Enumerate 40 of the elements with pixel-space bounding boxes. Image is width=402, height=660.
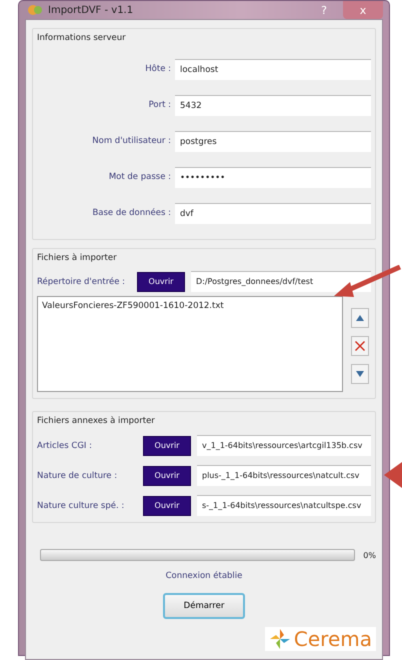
field-label: Nature culture spé. : bbox=[37, 500, 126, 510]
group-title: Fichiers annexes à importer bbox=[37, 416, 156, 426]
app-icon bbox=[27, 3, 43, 17]
path-field[interactable]: v_1_1-64bits\ressources\artcgil135b.csv bbox=[197, 435, 371, 456]
field-label: Hôte : bbox=[144, 64, 172, 74]
field-label: Mot de passe : bbox=[108, 172, 172, 182]
field-label: Nom d'utilisateur : bbox=[91, 136, 172, 146]
logo-icon bbox=[268, 628, 291, 650]
move-down-button[interactable] bbox=[351, 364, 369, 384]
group-title: Informations serveur bbox=[37, 33, 127, 43]
field-label: Port : bbox=[148, 100, 172, 110]
field-label: Répertoire d'entrée : bbox=[37, 276, 126, 286]
window-title: ImportDVF - v1.1 bbox=[48, 4, 134, 16]
progress-reading: 0% bbox=[363, 550, 376, 560]
delete-button[interactable] bbox=[351, 336, 369, 356]
open-button[interactable]: Ouvrir bbox=[137, 272, 185, 292]
input-field[interactable]: dvf bbox=[175, 202, 371, 224]
path-field[interactable]: plus-_1_1-64bits\ressources\natcult.csv bbox=[197, 465, 371, 486]
cross-icon bbox=[354, 340, 366, 352]
path-field[interactable]: D:/Postgres_donnees/dvf/test bbox=[191, 271, 371, 292]
open-button[interactable]: Ouvrir bbox=[143, 466, 191, 486]
list-item[interactable]: ValeursFoncieres-ZF590001-1610-2012.txt bbox=[42, 301, 338, 311]
input-field[interactable]: postgres bbox=[175, 130, 371, 152]
down-arrow-icon bbox=[356, 371, 364, 377]
open-button[interactable]: Ouvrir bbox=[143, 436, 191, 456]
start-button[interactable]: Démarrer bbox=[163, 593, 245, 619]
annotation-arrow bbox=[384, 462, 402, 488]
group-title: Fichiers à importer bbox=[37, 253, 118, 263]
field-label: Base de données : bbox=[91, 208, 172, 218]
up-arrow-icon bbox=[356, 315, 364, 321]
logo-text: Cerema bbox=[294, 627, 372, 651]
open-button[interactable]: Ouvrir bbox=[143, 496, 191, 516]
move-up-button[interactable] bbox=[351, 308, 369, 328]
input-field[interactable]: ••••••••• bbox=[175, 166, 371, 188]
path-field[interactable]: s-_1_1-64bits\ressources\natcultspe.csv bbox=[197, 495, 371, 516]
field-label: Articles CGI : bbox=[37, 440, 93, 450]
input-field[interactable]: localhost bbox=[175, 58, 371, 80]
status-text: Connexion établie bbox=[166, 571, 242, 581]
input-field[interactable]: 5432 bbox=[175, 94, 371, 116]
field-label: Nature de culture : bbox=[37, 470, 118, 480]
